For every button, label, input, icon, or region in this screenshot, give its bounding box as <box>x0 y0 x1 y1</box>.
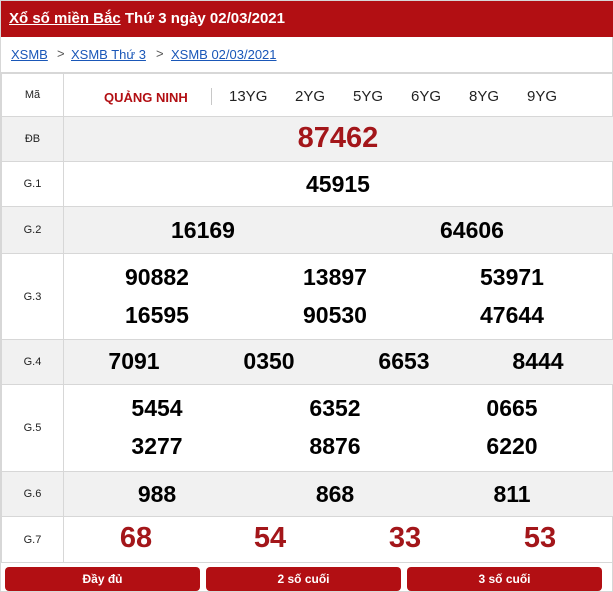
row-label: G.7 <box>1 516 64 563</box>
prize-number: 64606 <box>440 217 504 243</box>
prize-number: 5454 <box>131 395 183 421</box>
ticket-code: 6YG <box>411 88 442 105</box>
prize-number: 53971 <box>480 264 544 290</box>
prize-number: 16595 <box>125 302 189 328</box>
breadcrumb-xsmb-date[interactable]: XSMB 02/03/2021 <box>171 47 277 62</box>
prize-numbers-cell: 87462 <box>63 116 613 162</box>
prize-numbers-cell: 7091 0350 6653 8444 <box>63 339 613 385</box>
display-mode-bar: Đầy đủ 2 số cuối 3 số cuối <box>1 565 613 592</box>
show-last-3-digits-button[interactable]: 3 số cuối <box>407 567 602 591</box>
prize-number: 53 <box>523 522 557 554</box>
ticket-code: 2YG <box>295 88 326 105</box>
prize-numbers-cell: 5454 6352 0665 3277 8876 6220 <box>63 384 613 472</box>
results-table: Mã QUẢNG NINH 13YG 2YG 5YG 6YG 8YG 9YG Đ… <box>1 73 613 563</box>
prize-number: 7091 <box>108 348 160 374</box>
prize-number: 6352 <box>309 395 361 421</box>
prize-number: 3277 <box>131 433 183 459</box>
prize-number: 68 <box>119 522 153 554</box>
prize-number: 45915 <box>306 171 370 197</box>
prize-number: 13897 <box>303 264 367 290</box>
prize-row-g3: G.3 90882 13897 53971 16595 90530 47644 <box>1 253 613 340</box>
prize-number: 868 <box>315 481 355 507</box>
chevron-right-icon: > <box>156 46 164 61</box>
ticket-codes-cell: QUẢNG NINH 13YG 2YG 5YG 6YG 8YG 9YG <box>63 73 613 117</box>
prize-number: 90882 <box>125 264 189 290</box>
page-title: Xổ số miền Bắc Thứ 3 ngày 02/03/2021 <box>9 10 285 27</box>
row-label: G.4 <box>1 339 64 385</box>
prize-numbers-cell: 45915 <box>63 161 613 207</box>
prize-row-g7: G.7 68 54 33 53 <box>1 516 613 563</box>
prize-row-g4: G.4 7091 0350 6653 8444 <box>1 339 613 385</box>
code-row: Mã QUẢNG NINH 13YG 2YG 5YG 6YG 8YG 9YG <box>1 73 613 117</box>
show-full-button[interactable]: Đầy đủ <box>5 567 200 591</box>
prize-row-g5: G.5 5454 6352 0665 3277 8876 6220 <box>1 384 613 472</box>
prize-number: 988 <box>137 481 177 507</box>
prize-number: 8444 <box>512 348 564 374</box>
prize-numbers-cell: 68 54 33 53 <box>63 516 613 563</box>
ticket-code: 8YG <box>469 88 500 105</box>
prize-number: 6653 <box>378 348 430 374</box>
prize-number: 47644 <box>480 302 544 328</box>
prize-numbers-cell: 90882 13897 53971 16595 90530 47644 <box>63 253 613 340</box>
prize-number: 0665 <box>486 395 538 421</box>
prize-number: 6220 <box>486 433 538 459</box>
province-name: QUẢNG NINH <box>104 90 188 105</box>
prize-number: 33 <box>388 522 422 554</box>
prize-number: 0350 <box>243 348 295 374</box>
prize-number: 811 <box>493 481 531 507</box>
breadcrumb-xsmb[interactable]: XSMB <box>11 47 48 62</box>
breadcrumb-xsmb-weekday[interactable]: XSMB Thứ 3 <box>71 47 146 62</box>
show-last-2-digits-button[interactable]: 2 số cuối <box>206 567 401 591</box>
row-label: G.3 <box>1 253 64 340</box>
breadcrumb: XSMB > XSMB Thứ 3 > XSMB 02/03/2021 <box>1 37 613 73</box>
chevron-right-icon: > <box>57 46 65 61</box>
prize-row-g1: G.1 45915 <box>1 161 613 207</box>
region-link[interactable]: Xổ số miền Bắc <box>9 10 121 27</box>
row-label: ĐB <box>1 116 64 162</box>
prize-number: 16169 <box>171 217 235 243</box>
ticket-code: 9YG <box>527 88 558 105</box>
special-prize-number: 87462 <box>297 122 379 154</box>
prize-numbers-cell: 988 868 811 <box>63 471 613 517</box>
divider <box>211 88 212 105</box>
draw-date-title: Thứ 3 ngày 02/03/2021 <box>124 10 285 27</box>
prize-row-g6: G.6 988 868 811 <box>1 471 613 517</box>
prize-numbers-cell: 16169 64606 <box>63 206 613 254</box>
prize-number: 8876 <box>309 433 361 459</box>
row-label: G.2 <box>1 206 64 254</box>
prize-row-special: ĐB 87462 <box>1 116 613 162</box>
header-bar: Xổ số miền Bắc Thứ 3 ngày 02/03/2021 <box>1 1 613 37</box>
ticket-code: 5YG <box>353 88 384 105</box>
prize-number: 90530 <box>303 302 367 328</box>
row-label: G.5 <box>1 384 64 472</box>
row-label-code: Mã <box>1 73 64 117</box>
row-label: G.1 <box>1 161 64 207</box>
row-label: G.6 <box>1 471 64 517</box>
ticket-code: 13YG <box>229 88 268 105</box>
lottery-panel: Xổ số miền Bắc Thứ 3 ngày 02/03/2021 XSM… <box>0 0 613 592</box>
prize-row-g2: G.2 16169 64606 <box>1 206 613 254</box>
prize-number: 54 <box>253 522 287 554</box>
